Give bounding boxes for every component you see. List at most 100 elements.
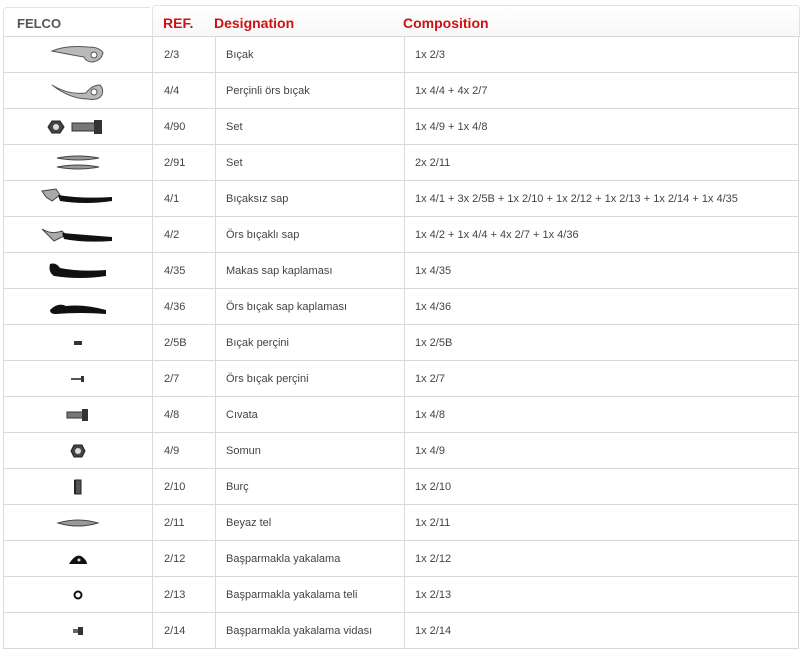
table-row: 2/10 Burç 1x 2/10 [3,468,799,505]
handle-cover-icon [49,263,106,278]
composition-cell: 1x 4/9 [404,432,799,469]
part-image-cell [3,540,153,577]
ref-cell: 4/4 [152,72,216,109]
part-image-cell [3,216,153,253]
ref-cell: 2/5B [152,324,216,361]
part-image-cell [3,468,153,505]
composition-cell: 1x 4/2 + 1x 4/4 + 4x 2/7 + 1x 4/36 [404,216,799,253]
table-row: 4/8 Cıvata 1x 4/8 [3,396,799,433]
part-image-cell [3,108,153,145]
part-image-cell [3,576,153,613]
ref-cell: 4/9 [152,432,216,469]
ref-cell: 2/14 [152,612,216,649]
bolt-nut-set-icon [47,119,102,134]
handle-with-anvil-icon [41,228,112,242]
composition-cell: 1x 4/9 + 1x 4/8 [404,108,799,145]
spring-wire-icon [56,519,100,526]
bolt-icon [66,408,88,421]
anvil-handle-cover-icon [50,304,106,314]
anvil-rivet-icon [71,375,84,382]
table-row: 4/4 Perçinli örs bıçak 1x 4/4 + 4x 2/7 [3,72,799,109]
designation-cell: Somun [215,432,405,469]
part-image-cell [3,144,153,181]
parts-table: 2/3 Bıçak 1x 2/3 4/4 Perçinli örs bıçak … [3,36,799,649]
ref-cell: 2/3 [152,36,216,73]
ref-cell: 4/36 [152,288,216,325]
column-header-composition: Composition [403,15,489,31]
ref-cell: 4/8 [152,396,216,433]
part-image-cell [3,432,153,469]
column-header-designation: Designation [214,15,295,31]
ref-cell: 4/90 [152,108,216,145]
part-image-cell [3,36,153,73]
designation-cell: Set [215,108,405,145]
designation-cell: Set [215,144,405,181]
composition-cell: 1x 4/36 [404,288,799,325]
anvil-blade-icon [51,83,104,100]
blade-rivet-icon [74,340,82,345]
brand-label: FELCO [17,16,62,31]
designation-cell: Örs bıçak perçini [215,360,405,397]
composition-cell: 1x 2/11 [404,504,799,541]
designation-cell: Bıçak [215,36,405,73]
blade-icon [50,45,104,63]
ref-cell: 2/12 [152,540,216,577]
composition-cell: 1x 2/12 [404,540,799,577]
designation-cell: Örs bıçaklı sap [215,216,405,253]
composition-cell: 1x 4/8 [404,396,799,433]
table-row: 2/14 Başparmakla yakalama vidası 1x 2/14 [3,612,799,649]
table-header: REF. Designation Composition [152,5,800,37]
designation-cell: Beyaz tel [215,504,405,541]
ref-cell: 4/35 [152,252,216,289]
composition-cell: 1x 2/14 [404,612,799,649]
ref-cell: 2/7 [152,360,216,397]
table-row: 2/13 Başparmakla yakalama teli 1x 2/13 [3,576,799,613]
table-row: 4/2 Örs bıçaklı sap 1x 4/2 + 1x 4/4 + 4x… [3,216,799,253]
ref-cell: 2/11 [152,504,216,541]
table-row: 4/1 Bıçaksız sap 1x 4/1 + 3x 2/5B + 1x 2… [3,180,799,217]
designation-cell: Makas sap kaplaması [215,252,405,289]
designation-cell: Başparmakla yakalama teli [215,576,405,613]
part-image-cell [3,360,153,397]
wire-set-icon [56,155,100,169]
composition-cell: 1x 2/13 [404,576,799,613]
ref-cell: 2/13 [152,576,216,613]
ref-cell: 2/91 [152,144,216,181]
ref-cell: 4/1 [152,180,216,217]
part-image-cell [3,324,153,361]
composition-cell: 1x 4/4 + 4x 2/7 [404,72,799,109]
designation-cell: Bıçaksız sap [215,180,405,217]
bushing-icon [74,479,82,494]
table-row: 2/3 Bıçak 1x 2/3 [3,36,799,73]
designation-cell: Başparmakla yakalama vidası [215,612,405,649]
table-row: 4/90 Set 1x 4/9 + 1x 4/8 [3,108,799,145]
part-image-cell [3,288,153,325]
part-image-cell [3,180,153,217]
table-row: 2/5B Bıçak perçini 1x 2/5B [3,324,799,361]
table-row: 2/7 Örs bıçak perçini 1x 2/7 [3,360,799,397]
composition-cell: 1x 4/1 + 3x 2/5B + 1x 2/10 + 1x 2/12 + 1… [404,180,799,217]
catch-screw-icon [73,626,83,635]
composition-cell: 2x 2/11 [404,144,799,181]
designation-cell: Örs bıçak sap kaplaması [215,288,405,325]
thumb-catch-icon [69,555,87,564]
catch-wire-icon [73,590,83,599]
parts-list: FELCO REF. Designation Composition 2/3 B… [0,0,808,659]
table-row: 2/91 Set 2x 2/11 [3,144,799,181]
part-image-cell [3,396,153,433]
composition-cell: 1x 4/35 [404,252,799,289]
ref-cell: 2/10 [152,468,216,505]
column-header-ref: REF. [163,15,194,31]
table-row: 4/36 Örs bıçak sap kaplaması 1x 4/36 [3,288,799,325]
table-row: 2/11 Beyaz tel 1x 2/11 [3,504,799,541]
designation-cell: Burç [215,468,405,505]
designation-cell: Cıvata [215,396,405,433]
handle-without-blade-icon [41,187,112,203]
part-image-cell [3,504,153,541]
table-row: 4/35 Makas sap kaplaması 1x 4/35 [3,252,799,289]
nut-icon [70,444,86,457]
designation-cell: Perçinli örs bıçak [215,72,405,109]
designation-cell: Bıçak perçini [215,324,405,361]
table-row: 4/9 Somun 1x 4/9 [3,432,799,469]
composition-cell: 1x 2/10 [404,468,799,505]
